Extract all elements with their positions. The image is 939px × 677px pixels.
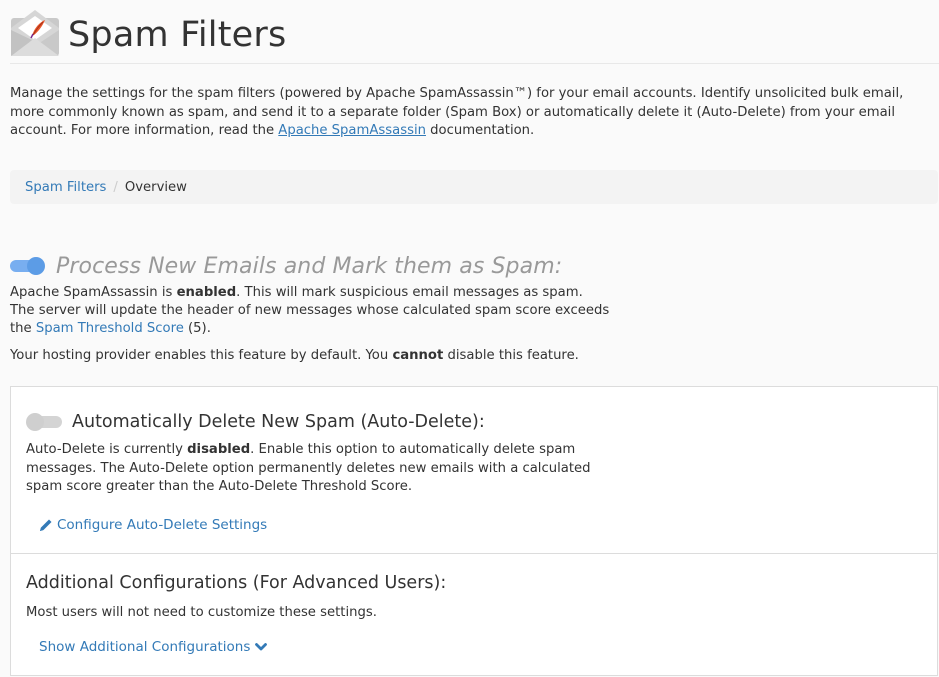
- desc-text: Auto-Delete is currently: [26, 442, 188, 457]
- breadcrumb-spam-filters[interactable]: Spam Filters: [25, 180, 106, 195]
- pencil-icon: [40, 519, 52, 531]
- additional-config-description: Most users will not need to customize th…: [26, 605, 377, 620]
- threshold-value: (5).: [183, 321, 211, 336]
- configure-auto-delete-link[interactable]: Configure Auto-Delete Settings: [39, 517, 267, 533]
- breadcrumb: Spam Filters / Overview: [10, 170, 938, 204]
- toggle-knob: [27, 257, 45, 275]
- auto-delete-toggle[interactable]: [26, 413, 62, 431]
- breadcrumb-separator: /: [113, 179, 118, 195]
- process-spam-description: Apache SpamAssassin is enabled. This wil…: [10, 284, 610, 338]
- configure-auto-delete-label: Configure Auto-Delete Settings: [57, 517, 268, 533]
- auto-delete-header: Automatically Delete New Spam (Auto-Dele…: [26, 412, 485, 432]
- show-additional-config-label: Show Additional Configurations: [39, 639, 251, 655]
- desc-text: Apache SpamAssassin is: [10, 285, 177, 300]
- status-disabled: disabled: [187, 442, 251, 457]
- toggle-knob: [26, 413, 44, 431]
- process-spam-toggle[interactable]: [10, 257, 46, 275]
- page-header: Spam Filters: [10, 6, 939, 64]
- chevron-down-icon: [255, 643, 268, 651]
- page-title: Spam Filters: [68, 14, 287, 55]
- envelope-feather-icon: [11, 9, 59, 56]
- auto-delete-panel: Automatically Delete New Spam (Auto-Dele…: [10, 386, 938, 554]
- show-additional-config-link[interactable]: Show Additional Configurations: [39, 639, 268, 655]
- intro-text-part: documentation.: [425, 123, 535, 138]
- process-spam-header: Process New Emails and Mark them as Spam…: [10, 252, 610, 280]
- status-enabled: enabled: [176, 285, 237, 300]
- note-bold: cannot: [392, 348, 444, 363]
- process-spam-section: Process New Emails and Mark them as Spam…: [10, 252, 610, 365]
- process-spam-note: Your hosting provider enables this featu…: [10, 347, 610, 365]
- page: Spam Filters Manage the settings for the…: [0, 0, 939, 677]
- note-text: disable this feature.: [443, 348, 579, 363]
- spam-threshold-score-link[interactable]: Spam Threshold Score: [36, 321, 184, 336]
- breadcrumb-overview: Overview: [124, 179, 187, 195]
- intro-text: Manage the settings for the spam filters…: [10, 85, 935, 141]
- additional-config-title: Additional Configurations (For Advanced …: [26, 573, 447, 593]
- auto-delete-title: Automatically Delete New Spam (Auto-Dele…: [72, 412, 485, 432]
- process-spam-title: Process New Emails and Mark them as Spam…: [56, 253, 563, 279]
- apache-spamassassin-link[interactable]: Apache SpamAssassin: [278, 123, 426, 138]
- additional-config-panel: Additional Configurations (For Advanced …: [10, 553, 938, 676]
- note-text: Your hosting provider enables this featu…: [10, 348, 393, 363]
- auto-delete-description: Auto-Delete is currently disabled. Enabl…: [26, 441, 606, 497]
